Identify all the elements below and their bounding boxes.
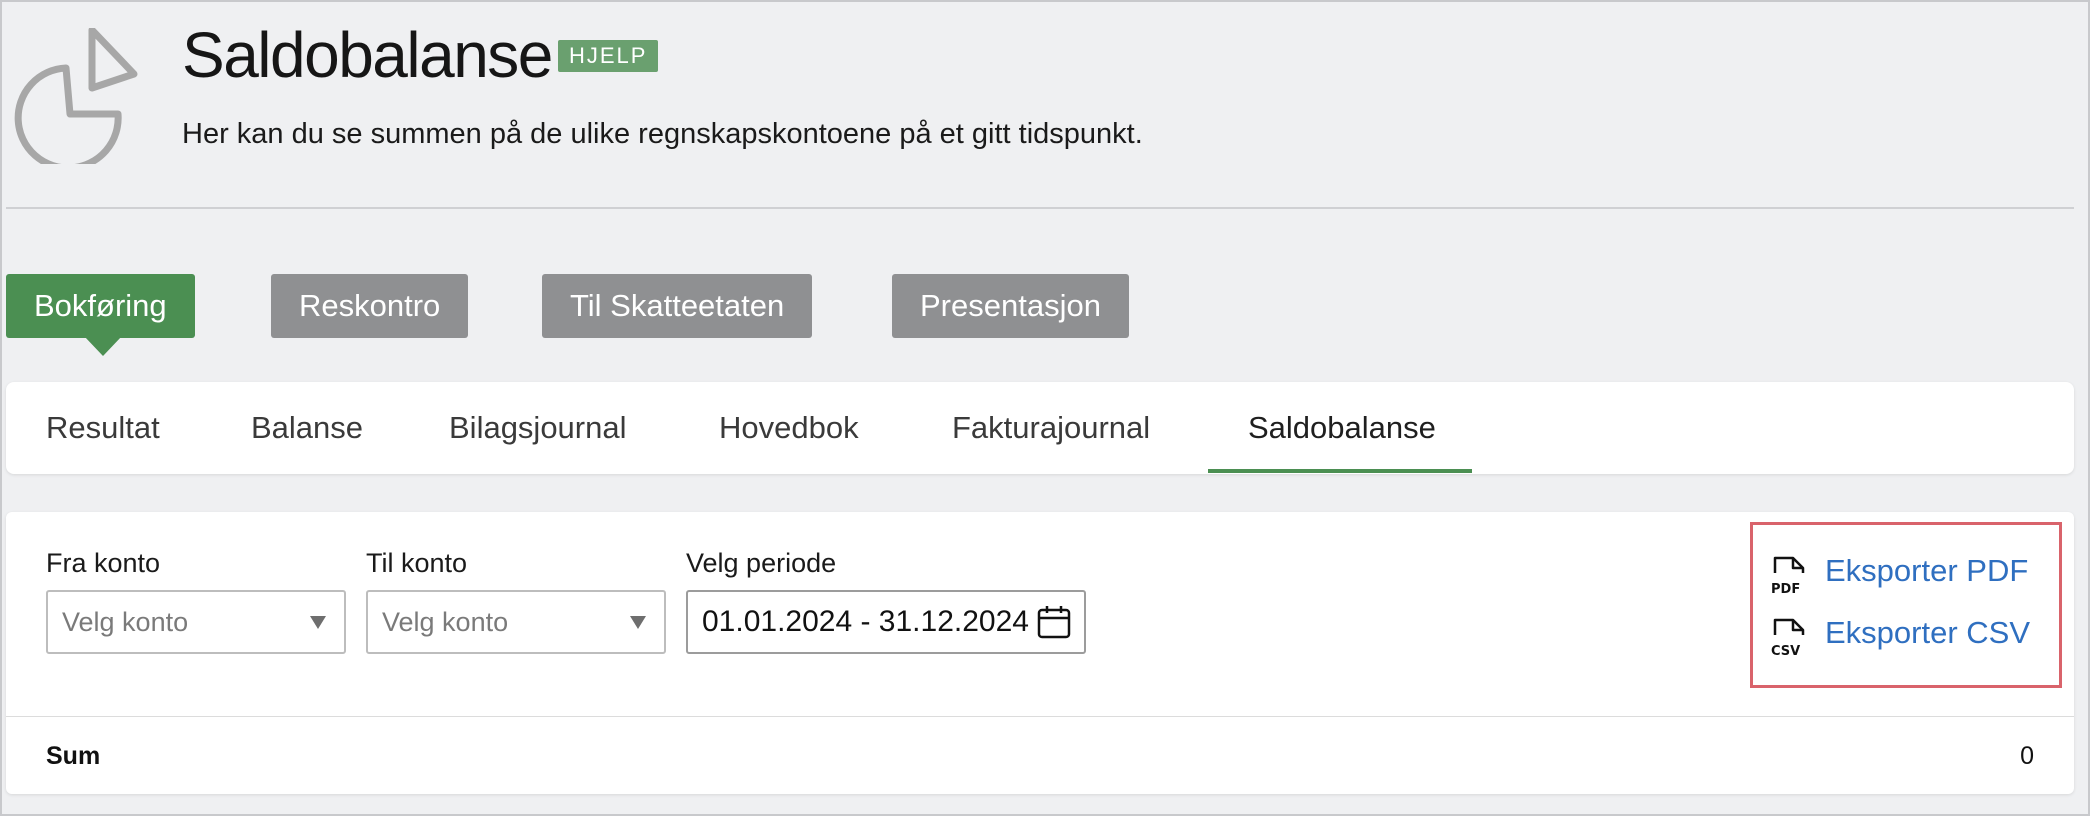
help-badge[interactable]: HJELP — [558, 40, 659, 72]
to-account-placeholder: Velg konto — [382, 607, 509, 637]
tab-balanse[interactable]: Balanse — [251, 382, 363, 474]
export-options-box: PDF Eksporter PDF CSV Eksporter CSV — [1750, 522, 2062, 688]
main-nav-til-skatteetaten[interactable]: Til Skatteetaten — [542, 274, 813, 338]
export-csv-link[interactable]: Eksporter CSV — [1825, 615, 2030, 651]
to-account-select[interactable]: Velg konto — [366, 590, 666, 654]
period-label: Velg periode — [686, 548, 837, 578]
page-subtitle: Her kan du se summen på de ulike regnska… — [182, 118, 1143, 150]
dropdown-arrow-icon — [630, 616, 646, 629]
main-nav-reskontro[interactable]: Reskontro — [271, 274, 469, 338]
export-pdf-link[interactable]: Eksporter PDF — [1825, 553, 2028, 589]
sum-value: 0 — [2020, 742, 2034, 770]
main-nav-bokforing[interactable]: Bokføring — [6, 274, 195, 338]
active-tab-underline — [1208, 469, 1472, 473]
from-account-placeholder: Velg konto — [62, 607, 189, 637]
tab-bilagsjournal[interactable]: Bilagsjournal — [449, 382, 627, 474]
pie-chart-icon — [14, 28, 138, 164]
tab-resultat[interactable]: Resultat — [46, 382, 160, 474]
tab-hovedbok[interactable]: Hovedbok — [719, 382, 859, 474]
period-value: 01.01.2024 - 31.12.2024 — [702, 605, 1029, 638]
svg-text:CSV: CSV — [1771, 644, 1800, 659]
to-account-label: Til konto — [366, 548, 468, 578]
sum-row-divider — [6, 716, 2074, 717]
header-divider — [6, 207, 2074, 209]
from-account-label: Fra konto — [46, 548, 161, 578]
dropdown-arrow-icon — [310, 616, 326, 629]
period-date-range-input[interactable]: 01.01.2024 - 31.12.2024 — [686, 590, 1086, 654]
csv-file-icon: CSV — [1771, 618, 1805, 659]
tab-saldobalanse[interactable]: Saldobalanse — [1248, 382, 1436, 474]
from-account-select[interactable]: Velg konto — [46, 590, 346, 654]
page-title: Saldobalanse — [182, 19, 553, 91]
active-nav-caret — [84, 336, 122, 356]
pdf-file-icon: PDF — [1771, 556, 1805, 597]
calendar-icon[interactable] — [1036, 604, 1072, 640]
sum-label: Sum — [46, 742, 101, 770]
svg-text:PDF: PDF — [1771, 582, 1800, 597]
main-nav-presentasjon[interactable]: Presentasjon — [892, 274, 1129, 338]
subtab-bar: Resultat Balanse Bilagsjournal Hovedbok … — [6, 382, 2074, 474]
tab-fakturajournal[interactable]: Fakturajournal — [952, 382, 1150, 474]
